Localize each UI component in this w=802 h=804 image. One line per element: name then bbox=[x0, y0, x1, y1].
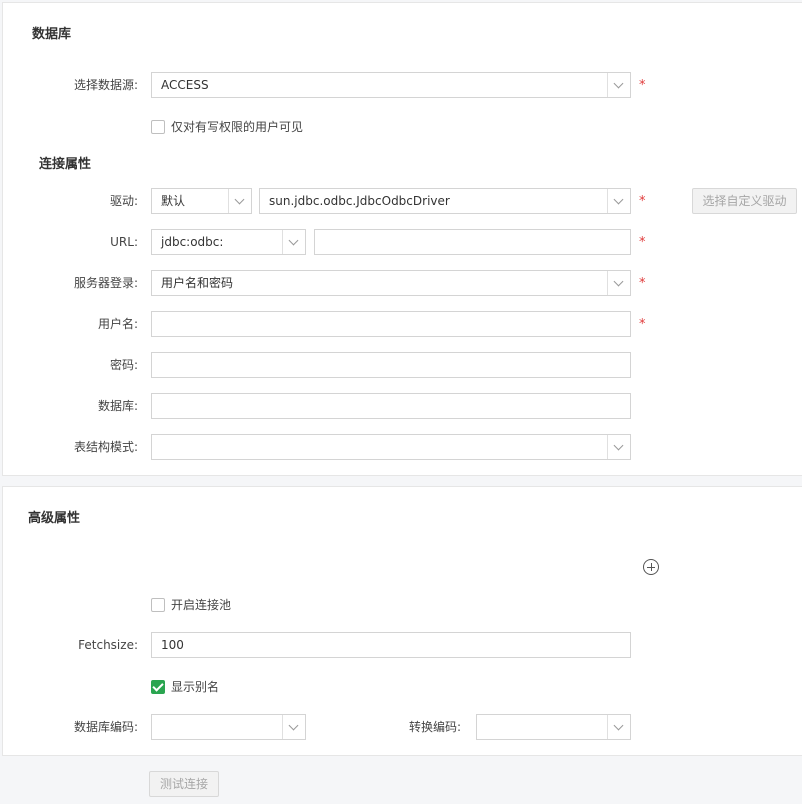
chevron-down-icon bbox=[282, 715, 305, 739]
url-input[interactable] bbox=[314, 229, 631, 255]
fetchsize-value: 100 bbox=[161, 638, 184, 652]
datasource-select[interactable]: ACCESS bbox=[151, 72, 631, 98]
chevron-down-icon bbox=[607, 435, 630, 459]
database-label: 数据库: bbox=[97, 399, 138, 413]
chevron-down-icon bbox=[607, 715, 630, 739]
chevron-down-icon bbox=[228, 189, 251, 213]
url-prefix-value: jdbc:odbc: bbox=[161, 235, 224, 249]
required-mark: * bbox=[639, 78, 646, 93]
fetchsize-label: Fetchsize: bbox=[78, 638, 138, 652]
required-mark: * bbox=[639, 317, 646, 332]
connection-pool-checkbox[interactable] bbox=[151, 598, 165, 612]
test-connection-button[interactable]: 测试连接 bbox=[149, 771, 219, 797]
chevron-down-icon bbox=[607, 271, 630, 295]
driver-class-value: sun.jdbc.odbc.JdbcOdbcDriver bbox=[269, 194, 450, 208]
write-only-label: 仅对有写权限的用户可见 bbox=[171, 120, 304, 134]
chevron-down-icon bbox=[607, 73, 630, 97]
datasource-value: ACCESS bbox=[161, 78, 209, 92]
section-title-database: 数据库 bbox=[32, 27, 72, 42]
db-encoding-label: 数据库编码: bbox=[73, 720, 138, 734]
database-card: 数据库 选择数据源: ACCESS * 仅对有写权限的用户可见 连接属性 驱动:… bbox=[2, 2, 802, 476]
url-label: URL: bbox=[110, 235, 138, 249]
required-mark: * bbox=[639, 276, 646, 291]
password-label: 密码: bbox=[109, 358, 138, 372]
driver-mode-value: 默认 bbox=[161, 194, 186, 208]
section-title-advanced: 高级属性 bbox=[28, 511, 81, 526]
fetchsize-input[interactable]: 100 bbox=[151, 632, 631, 658]
database-input[interactable] bbox=[151, 393, 631, 419]
connection-pool-label: 开启连接池 bbox=[171, 598, 232, 612]
chevron-down-icon bbox=[282, 230, 305, 254]
driver-label: 驱动: bbox=[109, 194, 138, 208]
advanced-card: 高级属性 开启连接池 Fetchsize: 100 显示别名 数据库编码: 转换… bbox=[2, 486, 802, 756]
db-encoding-select[interactable] bbox=[151, 714, 306, 740]
write-only-checkbox[interactable] bbox=[151, 120, 165, 134]
section-title-connection: 连接属性 bbox=[39, 157, 92, 172]
login-value: 用户名和密码 bbox=[161, 276, 234, 290]
required-mark: * bbox=[639, 194, 646, 209]
convert-encoding-select[interactable] bbox=[476, 714, 631, 740]
username-input[interactable] bbox=[151, 311, 631, 337]
username-label: 用户名: bbox=[97, 317, 138, 331]
driver-class-select[interactable]: sun.jdbc.odbc.JdbcOdbcDriver bbox=[259, 188, 631, 214]
schema-label: 表结构模式: bbox=[73, 440, 138, 454]
password-input[interactable] bbox=[151, 352, 631, 378]
show-alias-label: 显示别名 bbox=[171, 680, 220, 694]
login-label: 服务器登录: bbox=[73, 276, 138, 290]
schema-select[interactable] bbox=[151, 434, 631, 460]
url-prefix-select[interactable]: jdbc:odbc: bbox=[151, 229, 306, 255]
chevron-down-icon bbox=[607, 189, 630, 213]
datasource-label: 选择数据源: bbox=[73, 78, 138, 92]
driver-mode-select[interactable]: 默认 bbox=[151, 188, 252, 214]
show-alias-checkbox[interactable] bbox=[151, 680, 165, 694]
plus-circle-icon[interactable] bbox=[643, 559, 659, 575]
custom-driver-button[interactable]: 选择自定义驱动 bbox=[692, 188, 797, 214]
login-select[interactable]: 用户名和密码 bbox=[151, 270, 631, 296]
convert-encoding-label: 转换编码: bbox=[408, 720, 461, 734]
required-mark: * bbox=[639, 235, 646, 250]
